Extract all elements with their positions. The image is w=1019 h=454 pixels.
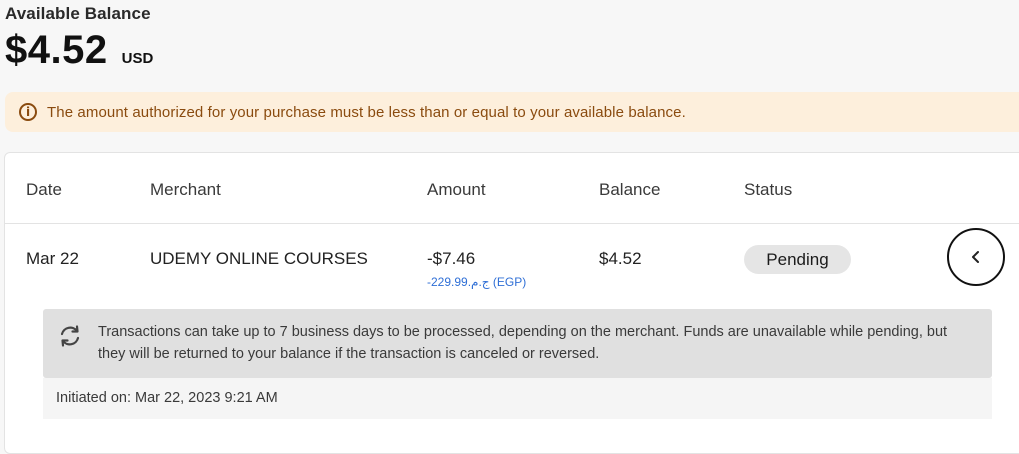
balance-header: Available Balance $4.52 USD xyxy=(5,4,153,73)
column-header-merchant: Merchant xyxy=(150,180,221,199)
info-circle-icon: i xyxy=(19,103,37,121)
chevron-left-icon xyxy=(972,251,979,263)
initiated-box: Initiated on: Mar 22, 2023 9:21 AM xyxy=(43,378,992,419)
header-divider xyxy=(5,223,1019,224)
balance-amount: $4.52 xyxy=(5,28,108,72)
column-header-status: Status xyxy=(744,180,793,199)
sync-icon xyxy=(60,325,80,347)
balance-label: Available Balance xyxy=(5,4,151,23)
column-header-balance: Balance xyxy=(599,180,661,199)
column-header-date: Date xyxy=(26,180,62,199)
transactions-table: Date Merchant Amount Balance Status Mar … xyxy=(4,152,1019,454)
collapse-row-button[interactable] xyxy=(947,228,1005,286)
row-amount-local: -229.99ج.م.‏ (EGP) xyxy=(427,275,527,289)
row-merchant: UDEMY ONLINE COURSES xyxy=(150,249,368,268)
row-amount: -$7.46 xyxy=(427,249,476,268)
initiated-date: Initiated on: Mar 22, 2023 9:21 AM xyxy=(56,390,278,406)
balance-currency: USD xyxy=(121,50,154,67)
pending-info-box: Transactions can take up to 7 business d… xyxy=(43,309,992,378)
balance-row: $4.52 USD xyxy=(5,28,153,73)
pending-info-message: Transactions can take up to 7 business d… xyxy=(98,324,948,362)
status-badge: Pending xyxy=(744,245,851,274)
column-header-amount: Amount xyxy=(427,180,486,199)
row-balance: $4.52 xyxy=(599,249,642,268)
row-date: Mar 22 xyxy=(26,249,79,268)
alert-message: The amount authorized for your purchase … xyxy=(47,103,686,121)
balance-alert: i The amount authorized for your purchas… xyxy=(5,92,1019,132)
